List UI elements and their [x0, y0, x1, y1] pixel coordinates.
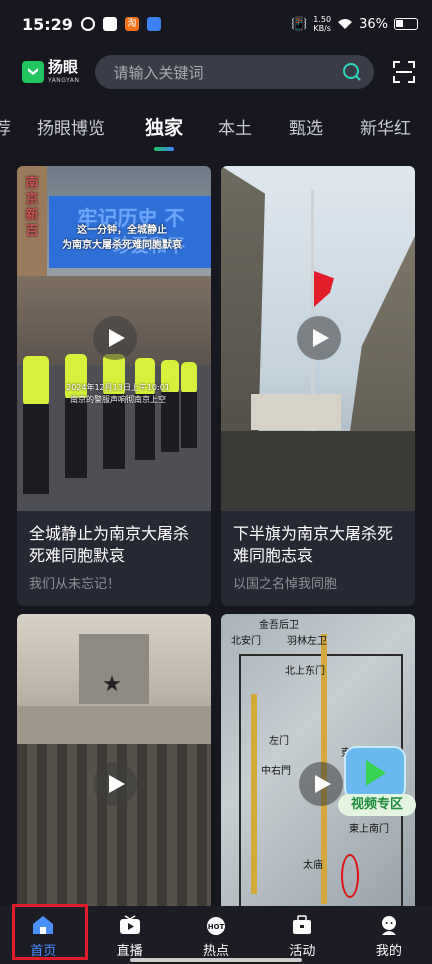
tab-exclusive[interactable]: 独家	[145, 113, 183, 140]
play-button[interactable]	[93, 316, 137, 360]
building-wall	[17, 706, 211, 746]
home-highlight-box	[12, 904, 88, 960]
search-input[interactable]: 请输入关键词	[95, 55, 374, 89]
play-icon	[314, 775, 331, 793]
play-icon	[312, 329, 329, 347]
play-icon	[108, 775, 125, 793]
flag	[314, 271, 334, 307]
map-label: 左门	[269, 736, 289, 747]
notification-icon	[80, 17, 95, 31]
battery-percent: 36%	[359, 16, 388, 32]
play-button[interactable]	[93, 762, 137, 806]
play-button[interactable]	[299, 762, 343, 806]
channel-tabs: 荐 扬眼博览 独家 本土 甄选 新华红	[0, 104, 432, 150]
video-thumbnail[interactable]: ★	[17, 614, 211, 914]
caption-detail: 南京的警服声响彻南京上空	[70, 395, 166, 404]
logo-subtitle: YANGYAN	[48, 76, 80, 84]
tv-icon	[344, 746, 406, 800]
app-header: 扬眼 YANGYAN 请输入关键词	[0, 48, 432, 96]
search-placeholder: 请输入关键词	[113, 63, 204, 82]
network-speed: 1.50 KB/s	[313, 15, 331, 33]
tab-xinhua-red[interactable]: 新华红	[360, 114, 411, 139]
map-label: 羽林左卫	[287, 636, 327, 647]
side-signage: 南京新百	[25, 176, 39, 239]
officer-legs	[181, 392, 197, 448]
card-title[interactable]: 全城静止为南京大屠杀死难同胞默哀	[17, 511, 211, 569]
svg-text:HOT: HOT	[208, 923, 225, 931]
map-label: 金吾后卫	[259, 620, 299, 631]
wifi-icon	[338, 19, 353, 29]
app-badge-icon	[146, 17, 161, 31]
video-card[interactable]: 南京新百 牢记历史 不 珍爱和平 这一分钟，全城静止 为南京大屠杀死难同胞默哀 …	[17, 166, 211, 606]
officer-vest	[23, 356, 49, 406]
officer-legs	[23, 404, 49, 494]
app-notification-icon	[102, 17, 117, 31]
map-road	[251, 694, 257, 894]
officer-vest	[181, 362, 197, 394]
officer-legs	[65, 398, 87, 478]
video-card[interactable]: ★	[17, 614, 211, 914]
tab-indicator	[154, 147, 174, 151]
tab-yangyan-expo[interactable]: 扬眼博览	[37, 114, 105, 139]
card-subtitle: 我们从未忘记！	[29, 577, 121, 592]
search-icon[interactable]	[342, 62, 362, 82]
speed-value: 1.50	[313, 15, 332, 24]
video-thumbnail[interactable]	[221, 166, 415, 511]
map-highlight-circle	[341, 854, 359, 898]
caption-line-1: 这一分钟，全城静止	[77, 225, 167, 236]
nav-live[interactable]: 直播	[86, 906, 172, 964]
play-icon	[108, 329, 125, 347]
tab-local[interactable]: 本土	[218, 114, 252, 139]
map-label: 東上南门	[349, 824, 389, 835]
tab-partial[interactable]: 荐	[0, 114, 11, 139]
status-time: 15:29	[22, 14, 73, 34]
nav-hot[interactable]: HOT 热点	[173, 906, 259, 964]
play-button[interactable]	[297, 316, 341, 360]
status-bar: 15:29 淘 📳 1.50 KB/s 36%	[0, 0, 432, 48]
nav-activity-label: 活动	[289, 944, 316, 959]
vibrate-icon: 📳	[291, 16, 308, 32]
logo-mark-icon	[22, 61, 44, 83]
video-thumbnail[interactable]: 南京新百 牢记历史 不 珍爱和平 这一分钟，全城静止 为南京大屠杀死难同胞默哀 …	[17, 166, 211, 511]
caption-line-2: 为南京大屠杀死难同胞默哀	[62, 240, 182, 251]
logo-title: 扬眼	[48, 57, 79, 76]
card-title[interactable]: 下半旗为南京大屠杀死难同胞志哀	[221, 511, 415, 569]
taobao-icon: 淘	[124, 17, 139, 31]
nav-live-label: 直播	[116, 944, 143, 959]
map-label: 北安门	[231, 636, 261, 647]
card-subtitle: 以国之名悼我同胞	[233, 577, 338, 592]
gesture-bar	[130, 958, 302, 962]
officer-legs	[103, 394, 125, 469]
hot-icon: HOT	[205, 914, 227, 936]
map-label: 北上东门	[285, 666, 325, 677]
app-logo[interactable]: 扬眼 YANGYAN	[22, 59, 79, 86]
nav-profile-label: 我的	[375, 944, 402, 959]
nav-hot-label: 热点	[203, 944, 230, 959]
speed-unit: KB/s	[313, 24, 331, 33]
profile-icon	[378, 914, 400, 936]
video-card[interactable]: 下半旗为南京大屠杀死难同胞志哀 以国之名悼我同胞	[221, 166, 415, 606]
video-zone-label: 视频专区	[338, 794, 416, 816]
background-buildings	[251, 394, 341, 430]
tab-selected[interactable]: 甄选	[289, 114, 323, 139]
nav-activity[interactable]: 活动	[259, 906, 345, 964]
map-label: 太庙	[303, 860, 323, 871]
map-label: 中右門	[261, 766, 291, 777]
star-icon: ★	[102, 672, 122, 697]
bag-icon	[291, 914, 313, 936]
tv-icon	[119, 914, 141, 936]
scan-icon[interactable]	[392, 60, 416, 84]
battery-icon	[394, 18, 418, 30]
nav-profile[interactable]: 我的	[346, 906, 432, 964]
caption-date: 2024年12月13日上午10:01	[66, 383, 170, 392]
video-zone-button[interactable]: 视频专区	[338, 738, 416, 822]
ground	[221, 431, 415, 511]
